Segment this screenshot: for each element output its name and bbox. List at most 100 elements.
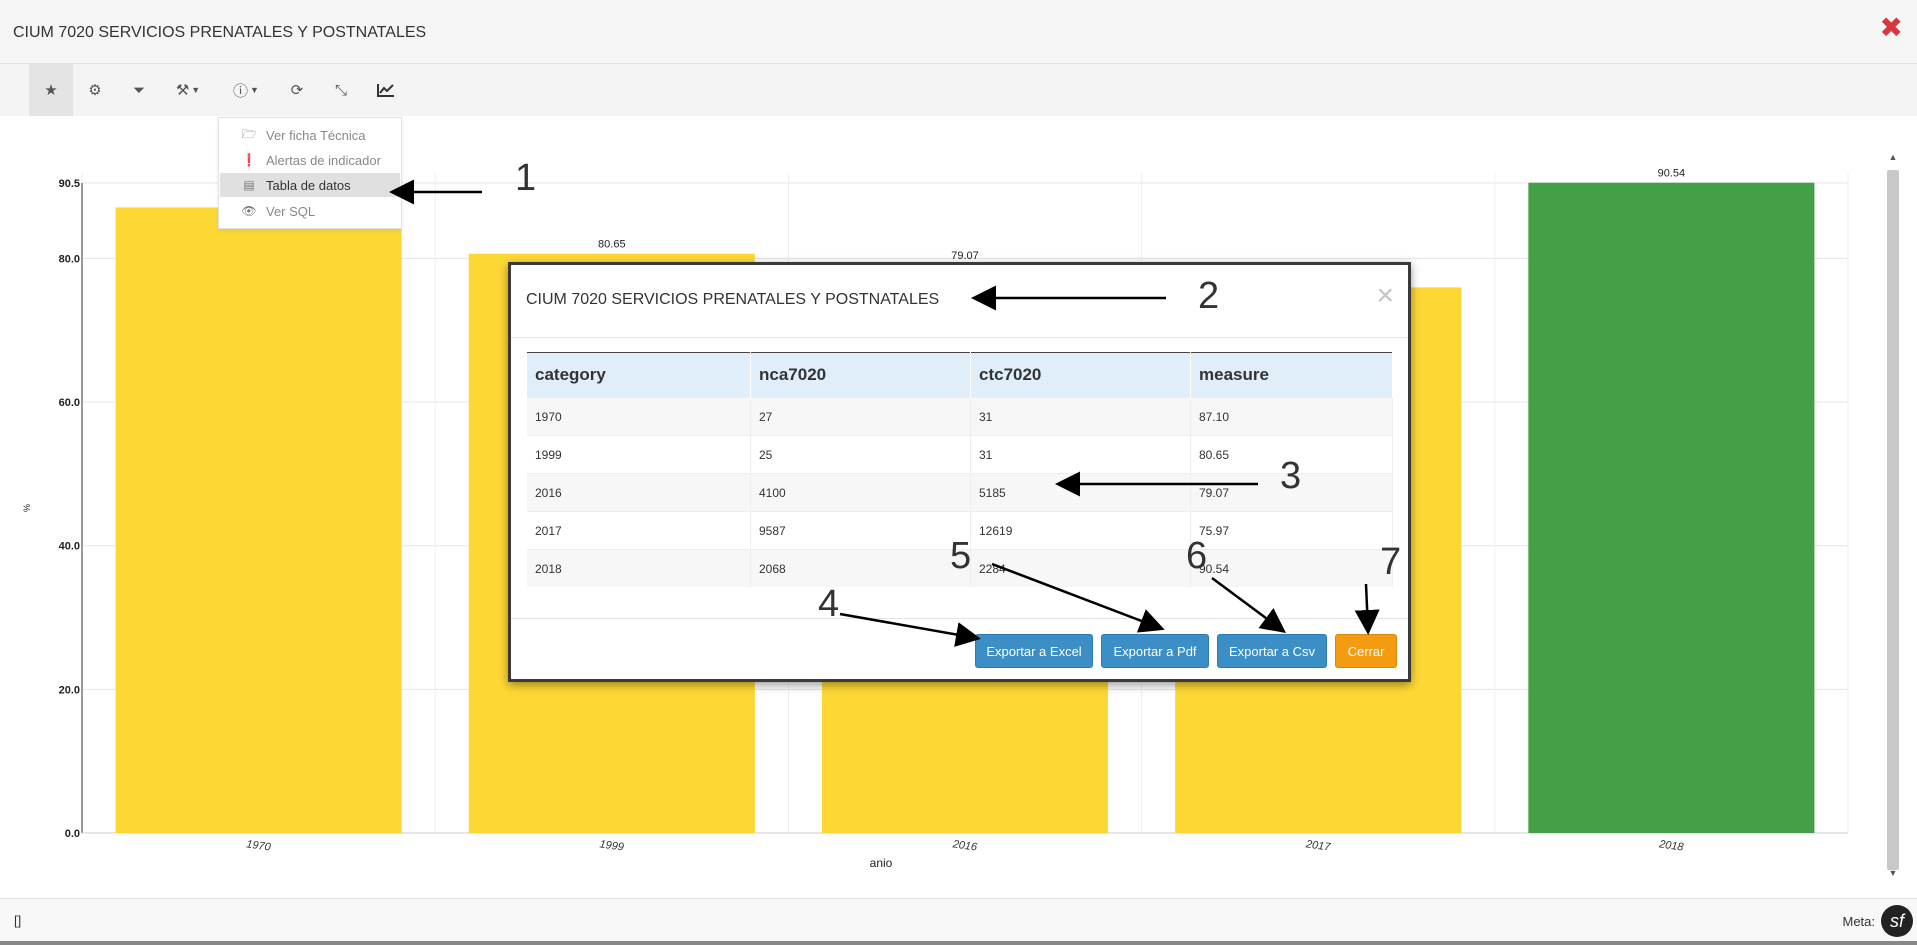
chart-type-button[interactable]: [364, 64, 408, 116]
x-tick-label: 2017: [1304, 838, 1332, 854]
modal-title: CIUM 7020 SERVICIOS PRENATALES Y POSTNAT…: [526, 291, 940, 308]
table-cell: 90.54: [1190, 549, 1393, 587]
scrollbar-thumb[interactable]: [1887, 170, 1899, 870]
window-header: CIUM 7020 SERVICIOS PRENATALES Y POSTNAT…: [0, 0, 1917, 64]
bar-1970: [115, 207, 402, 833]
bar-value-label: 80.65: [598, 239, 626, 251]
eye-icon: 👁: [241, 204, 257, 218]
modal-header: CIUM 7020 SERVICIOS PRENATALES Y POSTNAT…: [511, 265, 1408, 338]
star-icon: ★: [44, 82, 58, 99]
table-cell: 12619: [970, 511, 1191, 550]
meta-label: Meta:: [1842, 914, 1875, 929]
info-dropdown-button[interactable]: ⓘ ▼: [224, 64, 268, 116]
table-row: 1999 25 31 80.65: [527, 435, 1393, 474]
table-cell: 9587: [750, 511, 971, 550]
data-table: category nca7020 ctc7020 measure 1970 27…: [527, 352, 1393, 587]
table-cell: 27: [750, 397, 971, 436]
menu-item-alertas-de-indicador[interactable]: ❗ Alertas de indicador: [220, 148, 400, 172]
table-cell: 79.07: [1190, 473, 1393, 512]
bar-2018: [1528, 182, 1815, 833]
table-cell: 1999: [527, 435, 751, 474]
column-header-category[interactable]: category: [527, 352, 751, 398]
refresh-icon: ⟳: [290, 82, 304, 99]
bar-value-label: 90.54: [1658, 168, 1686, 180]
table-row: 2016 4100 5185 79.07: [527, 473, 1393, 512]
table-cell: 5185: [970, 473, 1191, 512]
toolbar: ★ ⚙ ⏷ ⚒ ▼ ⓘ ▼ ⟳ ⤡: [0, 64, 1917, 116]
export-excel-button[interactable]: Exportar a Excel: [975, 634, 1093, 668]
bottom-divider: [0, 941, 1917, 945]
gavel-icon: ⚒: [175, 82, 190, 99]
table-header-row: category nca7020 ctc7020 measure: [527, 352, 1393, 398]
filter-button[interactable]: ⏷: [117, 64, 161, 116]
menu-item-label: Alertas de indicador: [266, 152, 381, 168]
x-tick-label: 1970: [246, 838, 273, 853]
y-tick-label: 20.0: [59, 684, 80, 696]
caret-down-icon: ▼: [191, 85, 201, 95]
modal-close-icon[interactable]: ×: [1376, 281, 1394, 311]
table-cell: 75.97: [1190, 511, 1393, 550]
table-row: 2017 9587 12619 75.97: [527, 511, 1393, 550]
bottom-bar: [] Meta: sf: [0, 898, 1917, 945]
column-header-measure[interactable]: measure: [1190, 352, 1393, 398]
export-pdf-button[interactable]: Exportar a Pdf: [1101, 634, 1209, 668]
table-row: 1970 27 31 87.10: [527, 397, 1393, 436]
info-dropdown-menu: 🗁 Ver ficha Técnica ❗ Alertas de indicad…: [218, 117, 402, 229]
y-tick-label: 40.0: [59, 541, 80, 553]
table-cell: 2018: [527, 549, 751, 587]
column-header-nca7020[interactable]: nca7020: [750, 352, 971, 398]
menu-item-label: Ver ficha Técnica: [266, 127, 366, 143]
export-dropdown-button[interactable]: ⚒ ▼: [166, 64, 210, 116]
menu-item-tabla-de-datos[interactable]: ▤ Tabla de datos: [220, 173, 400, 197]
table-cell: 4100: [750, 473, 971, 512]
table-cell: 25: [750, 435, 971, 474]
page-title: CIUM 7020 SERVICIOS PRENATALES Y POSTNAT…: [13, 24, 427, 41]
compress-button[interactable]: ⤡: [319, 64, 363, 116]
data-table-modal: CIUM 7020 SERVICIOS PRENATALES Y POSTNAT…: [508, 262, 1411, 682]
bar-value-label: 79.07: [951, 250, 979, 262]
export-csv-button[interactable]: Exportar a Csv: [1217, 634, 1327, 668]
y-tick-label: 90.5: [59, 178, 80, 190]
close-icon[interactable]: ✖: [1880, 14, 1903, 42]
x-tick-label: 1999: [599, 838, 625, 853]
table-cell: 2017: [527, 511, 751, 550]
menu-item-label: Ver SQL: [266, 203, 316, 219]
menu-item-ver-ficha-tecnica[interactable]: 🗁 Ver ficha Técnica: [220, 123, 400, 147]
favorite-button[interactable]: ★: [29, 64, 73, 116]
table-cell: 31: [970, 435, 1191, 474]
table-row: 2018 2068 2284 90.54: [527, 549, 1393, 587]
scroll-up-icon[interactable]: ▲: [1884, 152, 1902, 164]
table-cell: 2284: [970, 549, 1191, 587]
x-tick-label: 2018: [1657, 838, 1685, 854]
folder-open-icon: 🗁: [241, 126, 257, 141]
table-icon: ▤: [243, 178, 255, 192]
x-tick-label: 2016: [951, 838, 979, 854]
scroll-down-icon[interactable]: ▼: [1884, 868, 1902, 880]
caret-down-icon: ▼: [250, 85, 259, 95]
y-tick-label: 60.0: [59, 397, 80, 409]
compress-icon: ⤡: [334, 81, 347, 99]
menu-item-label: Tabla de datos: [266, 177, 351, 193]
table-cell: 2016: [527, 473, 751, 512]
menu-item-ver-sql[interactable]: 👁 Ver SQL: [220, 199, 400, 223]
gear-icon: ⚙: [88, 82, 102, 99]
line-chart-icon: [377, 84, 394, 97]
table-cell: 31: [970, 397, 1191, 436]
exclamation-circle-icon: ❗: [241, 153, 257, 167]
bottom-left-text: []: [14, 913, 22, 928]
column-header-ctc7020[interactable]: ctc7020: [970, 352, 1191, 398]
y-tick-label: 0.0: [65, 828, 80, 840]
table-cell: 80.65: [1190, 435, 1393, 474]
y-tick-label: 80.0: [59, 253, 80, 265]
info-circle-icon: ⓘ: [233, 82, 249, 100]
table-cell: 2068: [750, 549, 971, 587]
modal-footer-divider: [511, 618, 1408, 619]
table-cell: 1970: [527, 397, 751, 436]
settings-button[interactable]: ⚙: [73, 64, 117, 116]
symfony-logo-icon[interactable]: sf: [1881, 905, 1913, 937]
x-axis-label: anio: [870, 856, 893, 870]
table-cell: 87.10: [1190, 397, 1393, 436]
refresh-button[interactable]: ⟳: [275, 64, 319, 116]
filter-icon: ⏷: [132, 81, 145, 99]
close-modal-button[interactable]: Cerrar: [1335, 634, 1397, 668]
